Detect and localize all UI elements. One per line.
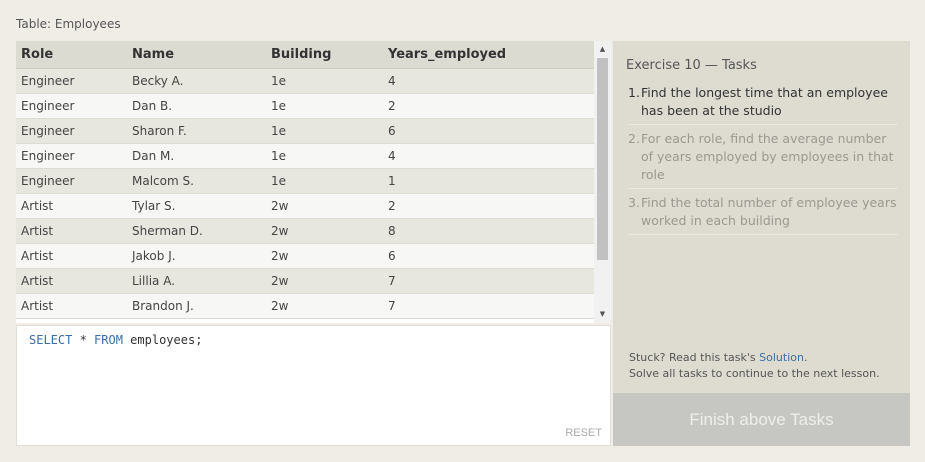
- sql-keyword: SELECT: [29, 333, 73, 347]
- table-cell: Jakob J.: [127, 243, 266, 269]
- table-row: Artist Sherman D. 2w 8: [16, 218, 594, 244]
- exercise-title: Exercise 10 — Tasks: [626, 58, 757, 73]
- table-cell: 2w: [266, 218, 383, 244]
- results-table-panel: Role Name Building Years_employed Engine…: [16, 41, 611, 323]
- table-header-row: Role Name Building Years_employed: [16, 41, 594, 69]
- task-number: 3.: [628, 195, 640, 210]
- sql-token: employees;: [122, 333, 203, 347]
- table-cell: Lillia A.: [127, 268, 266, 294]
- scroll-up-arrow-icon[interactable]: ▲: [594, 41, 611, 58]
- solution-link[interactable]: Solution: [759, 351, 804, 364]
- table-cell: Engineer: [16, 93, 127, 119]
- table-cell: Engineer: [16, 118, 127, 144]
- table-cell: Artist: [16, 193, 127, 219]
- task-text: Find the total number of employee years …: [641, 195, 897, 228]
- finish-tasks-button[interactable]: Finish above Tasks: [613, 393, 910, 446]
- table-cell: 7: [383, 293, 594, 319]
- table-cell: 6: [383, 243, 594, 269]
- table-cell: 7: [383, 268, 594, 294]
- stuck-prefix: Stuck? Read this task's: [629, 351, 760, 364]
- table-cell: 2w: [266, 193, 383, 219]
- task-number: 1.: [628, 85, 640, 100]
- exercise-panel: Exercise 10 — Tasks 1. Find the longest t…: [613, 41, 910, 446]
- table-cell: 1e: [266, 118, 383, 144]
- table-cell: 2w: [266, 293, 383, 319]
- table-row: Engineer Becky A. 1e 4: [16, 68, 594, 94]
- table-row: Engineer Malcom S. 1e 1: [16, 168, 594, 194]
- table-cell: Engineer: [16, 168, 127, 194]
- help-text: Stuck? Read this task's Solution. Solve …: [629, 350, 880, 382]
- task-item: 2. For each role, find the average number…: [628, 130, 898, 189]
- task-list: 1. Find the longest time that an employee…: [628, 84, 898, 240]
- scroll-thumb[interactable]: [597, 58, 608, 260]
- table-cell: Sherman D.: [127, 218, 266, 244]
- table-cell: 2w: [266, 268, 383, 294]
- table-cell: Becky A.: [127, 68, 266, 94]
- table-cell: Tylar S.: [127, 193, 266, 219]
- sql-token: *: [72, 333, 95, 347]
- table-cell: Artist: [16, 268, 127, 294]
- task-number: 2.: [628, 131, 640, 146]
- table-cell: 1e: [266, 143, 383, 169]
- continue-note: Solve all tasks to continue to the next …: [629, 367, 880, 380]
- table-cell: 1: [383, 168, 594, 194]
- table-cell: 2: [383, 93, 594, 119]
- table-cell: Dan B.: [127, 93, 266, 119]
- column-header: Years_employed: [383, 41, 594, 69]
- column-header: Name: [127, 41, 266, 69]
- table-cell: Sharon F.: [127, 118, 266, 144]
- column-header: Role: [16, 41, 127, 69]
- table-scrollbar[interactable]: ▲ ▼: [594, 41, 611, 323]
- table-cell: Brandon J.: [127, 293, 266, 319]
- sql-query-text[interactable]: SELECT * FROM employees;: [29, 333, 202, 347]
- table-cell: Malcom S.: [127, 168, 266, 194]
- table-cell: 6: [383, 118, 594, 144]
- table-row: Artist Brandon J. 2w 7: [16, 293, 594, 319]
- column-header: Building: [266, 41, 383, 69]
- task-item: 1. Find the longest time that an employee…: [628, 84, 898, 125]
- task-text: For each role, find the average number o…: [641, 131, 894, 182]
- task-text: Find the longest time that an employee h…: [641, 85, 888, 118]
- table-cell: Artist: [16, 218, 127, 244]
- table-cell: Dan M.: [127, 143, 266, 169]
- table-cell: Engineer: [16, 68, 127, 94]
- table-row: Artist Jakob J. 2w 6: [16, 243, 594, 269]
- table-row: Artist Lillia A. 2w 7: [16, 268, 594, 294]
- table-cell: 1e: [266, 168, 383, 194]
- sql-keyword: FROM: [94, 333, 123, 347]
- task-item: 3. Find the total number of employee year…: [628, 194, 898, 235]
- table-cell: 4: [383, 143, 594, 169]
- reset-button[interactable]: RESET: [565, 427, 602, 439]
- table-cell: Artist: [16, 293, 127, 319]
- table-cell: Engineer: [16, 143, 127, 169]
- table-caption: Table: Employees: [16, 17, 121, 31]
- table-row: Engineer Dan M. 1e 4: [16, 143, 594, 169]
- table-cell: 1e: [266, 68, 383, 94]
- stuck-suffix: .: [803, 351, 808, 364]
- table-cell: 8: [383, 218, 594, 244]
- table-cell: 2w: [266, 243, 383, 269]
- table-row: Artist Tylar S. 2w 2: [16, 193, 594, 219]
- table-cell: 2: [383, 193, 594, 219]
- table-cell: Artist: [16, 243, 127, 269]
- table-cell: 4: [383, 68, 594, 94]
- table-row: Engineer Sharon F. 1e 6: [16, 118, 594, 144]
- table-row: Engineer Dan B. 1e 2: [16, 93, 594, 119]
- sql-editor[interactable]: SELECT * FROM employees; RESET: [16, 325, 611, 446]
- scroll-down-arrow-icon[interactable]: ▼: [594, 306, 611, 323]
- table-cell: 1e: [266, 93, 383, 119]
- employees-table: Role Name Building Years_employed Engine…: [16, 41, 594, 319]
